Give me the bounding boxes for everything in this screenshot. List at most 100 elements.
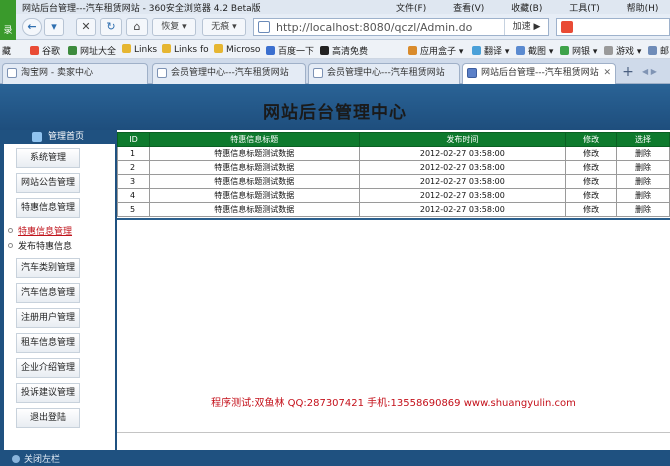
sidebar-sub-publish-special[interactable]: 发布特惠信息: [8, 239, 72, 252]
edit-link[interactable]: 修改: [565, 188, 618, 203]
search-engine-icon[interactable]: [561, 21, 573, 33]
menu-view[interactable]: 查看(V): [453, 1, 484, 14]
sidebar-item-users[interactable]: 注册用户管理: [16, 308, 80, 328]
col-time: 发布时间: [358, 132, 567, 147]
sidebar-item-complaints[interactable]: 投诉建议管理: [16, 383, 80, 403]
specials-table: ID 特惠信息标题 发布时间 修改 选择 1 特惠信息标题测试数据 2012-0…: [117, 132, 670, 217]
sub-item-label: 特惠信息管理: [18, 227, 73, 237]
accelerate-button[interactable]: 加速 ▶: [504, 19, 548, 35]
sidebar-header-label: 管理首页: [48, 132, 85, 142]
edit-link[interactable]: 修改: [565, 146, 618, 161]
menu-file[interactable]: 文件(F): [396, 1, 426, 14]
delete-link[interactable]: 删除: [616, 188, 670, 203]
tab-member-center-2[interactable]: 会员管理中心---汽车租赁网站: [308, 63, 460, 84]
sidebar-item-logout[interactable]: 退出登陆: [16, 408, 80, 428]
back-arrow-icon[interactable]: ←: [22, 18, 42, 36]
fav-microsoft[interactable]: Microso: [214, 44, 260, 55]
bullet-icon: [8, 228, 13, 233]
movie-icon: [320, 46, 329, 55]
fav-mail[interactable]: 邮: [648, 44, 669, 57]
row-title: 特惠信息标题测试数据: [148, 160, 360, 175]
sidebar-item-announcements[interactable]: 网站公告管理: [16, 173, 80, 193]
delete-link[interactable]: 删除: [616, 160, 670, 175]
fav-label: 邮: [660, 47, 670, 57]
page-header: 网站后台管理中心: [0, 84, 670, 130]
fav-games[interactable]: 游戏 ▾: [604, 44, 641, 57]
login-button[interactable]: 录: [0, 14, 16, 40]
menu-tools[interactable]: 工具(T): [569, 1, 600, 14]
collapse-sidebar-link[interactable]: 关闭左栏: [24, 452, 60, 465]
fav-links[interactable]: Links: [122, 44, 157, 55]
col-edit: 修改: [565, 132, 618, 147]
fav-hd-free[interactable]: 高清免费: [320, 44, 368, 57]
sidebar-sub-manage-specials[interactable]: 特惠信息管理: [8, 224, 72, 237]
menu-favorites[interactable]: 收藏(B): [511, 1, 542, 14]
table-row: 5 特惠信息标题测试数据 2012-02-27 03:58:00 修改 删除: [117, 202, 670, 217]
fav-label: 谷歌: [42, 47, 61, 57]
edit-link[interactable]: 修改: [565, 202, 618, 217]
address-bar[interactable]: http://localhost:8080/qczl/Admin.do 加速 ▶: [253, 18, 549, 36]
fav-site-directory[interactable]: 网址大全: [68, 44, 116, 57]
collapse-sidebar-icon[interactable]: [12, 455, 20, 463]
fav-baidu[interactable]: 百度一下: [266, 44, 314, 57]
gamepad-icon: [604, 46, 613, 55]
sidebar-item-specials[interactable]: 特惠信息管理: [16, 198, 80, 218]
title-bar: 网站后台管理---汽车租赁网站 - 360安全浏览器 4.2 Beta版 文件(…: [0, 0, 670, 14]
edit-link[interactable]: 修改: [565, 160, 618, 175]
refresh-icon[interactable]: ↻: [100, 18, 122, 36]
google-icon: [30, 46, 39, 55]
fav-label: 游戏: [616, 47, 635, 57]
tab-page-icon: [467, 68, 477, 78]
fav-links-fo[interactable]: Links fo: [162, 44, 209, 55]
fav-screenshot[interactable]: 截图 ▾: [516, 44, 553, 57]
forward-arrow-icon[interactable]: ▾: [44, 18, 64, 36]
col-title: 特惠信息标题: [148, 132, 360, 147]
sidebar-item-company-intro[interactable]: 企业介绍管理: [16, 358, 80, 378]
tab-page-icon: [313, 68, 323, 78]
sidebar-header[interactable]: 管理首页: [0, 130, 116, 144]
fav-app-box[interactable]: 应用盒子 ▾: [408, 44, 463, 57]
close-icon[interactable]: ✕: [76, 18, 96, 36]
home-icon[interactable]: ⌂: [126, 18, 148, 36]
fav-label: 网址大全: [80, 47, 117, 57]
table-row: 1 特惠信息标题测试数据 2012-02-27 03:58:00 修改 删除: [117, 146, 670, 161]
row-id: 3: [117, 174, 150, 189]
scissors-icon: [516, 46, 525, 55]
sidebar-item-car-info[interactable]: 汽车信息管理: [16, 283, 80, 303]
col-select: 选择: [616, 132, 670, 147]
no-trace-button[interactable]: 无痕 ▾: [202, 18, 246, 36]
credits-text: 程序测试:双鱼林 QQ:287307421 手机:13558690869 www…: [211, 398, 576, 409]
tab-bar: 淘宝网 - 卖家中心 会员管理中心---汽车租赁网站 会员管理中心---汽车租赁…: [0, 59, 670, 85]
tab-taobao[interactable]: 淘宝网 - 卖家中心: [2, 63, 148, 84]
delete-link[interactable]: 删除: [616, 174, 670, 189]
address-url[interactable]: http://localhost:8080/qczl/Admin.do: [276, 21, 472, 34]
tab-close-icon[interactable]: ✕: [603, 64, 611, 82]
fav-google[interactable]: 谷歌: [30, 44, 60, 57]
sidebar-item-rentals[interactable]: 租车信息管理: [16, 333, 80, 353]
accelerate-label: 加速: [512, 22, 531, 32]
tab-scroll-arrows-icon[interactable]: ◀ ▶: [642, 67, 670, 79]
row-title: 特惠信息标题测试数据: [148, 188, 360, 203]
tab-member-center-1[interactable]: 会员管理中心---汽车租赁网站: [152, 63, 306, 84]
fav-translate[interactable]: 翻译 ▾: [472, 44, 509, 57]
search-box[interactable]: [556, 18, 670, 36]
fav-netbank[interactable]: 网银 ▾: [560, 44, 597, 57]
edit-link[interactable]: 修改: [565, 174, 618, 189]
restore-button[interactable]: 恢复 ▾: [152, 18, 196, 36]
sub-item-label: 发布特惠信息: [18, 242, 73, 252]
folder-icon: [122, 44, 131, 53]
delete-link[interactable]: 删除: [616, 202, 670, 217]
tab-admin-active[interactable]: 网站后台管理---汽车租赁网站 ✕: [462, 63, 616, 85]
row-time: 2012-02-27 03:58:00: [358, 160, 567, 175]
sidebar-item-car-categories[interactable]: 汽车类别管理: [16, 258, 80, 278]
row-title: 特惠信息标题测试数据: [148, 202, 360, 217]
page-icon: [258, 21, 270, 33]
tab-label: 会员管理中心---汽车租赁网站: [171, 68, 289, 78]
sidebar-item-system[interactable]: 系统管理: [16, 148, 80, 168]
row-id: 5: [117, 202, 150, 217]
menu-help[interactable]: 帮助(H): [627, 1, 659, 14]
table-row: 4 特惠信息标题测试数据 2012-02-27 03:58:00 修改 删除: [117, 188, 670, 203]
new-tab-button[interactable]: +: [619, 64, 637, 82]
delete-link[interactable]: 删除: [616, 146, 670, 161]
folder-icon: [214, 44, 223, 53]
